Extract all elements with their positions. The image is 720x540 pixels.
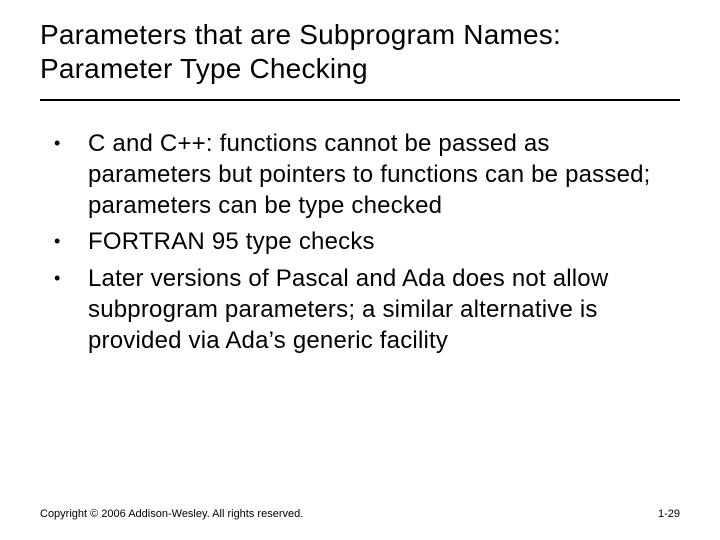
list-item: Later versions of Pascal and Ada does no… xyxy=(50,264,660,356)
slide: Parameters that are Subprogram Names: Pa… xyxy=(0,0,720,540)
slide-body: C and C++: functions cannot be passed as… xyxy=(0,101,720,356)
slide-title: Parameters that are Subprogram Names: Pa… xyxy=(0,0,720,93)
list-item: C and C++: functions cannot be passed as… xyxy=(50,129,660,221)
copyright-text: Copyright © 2006 Addison-Wesley. All rig… xyxy=(40,508,303,520)
page-number: 1-29 xyxy=(658,508,680,520)
footer: Copyright © 2006 Addison-Wesley. All rig… xyxy=(40,508,680,520)
bullet-list: C and C++: functions cannot be passed as… xyxy=(50,129,660,356)
list-item: FORTRAN 95 type checks xyxy=(50,227,660,258)
